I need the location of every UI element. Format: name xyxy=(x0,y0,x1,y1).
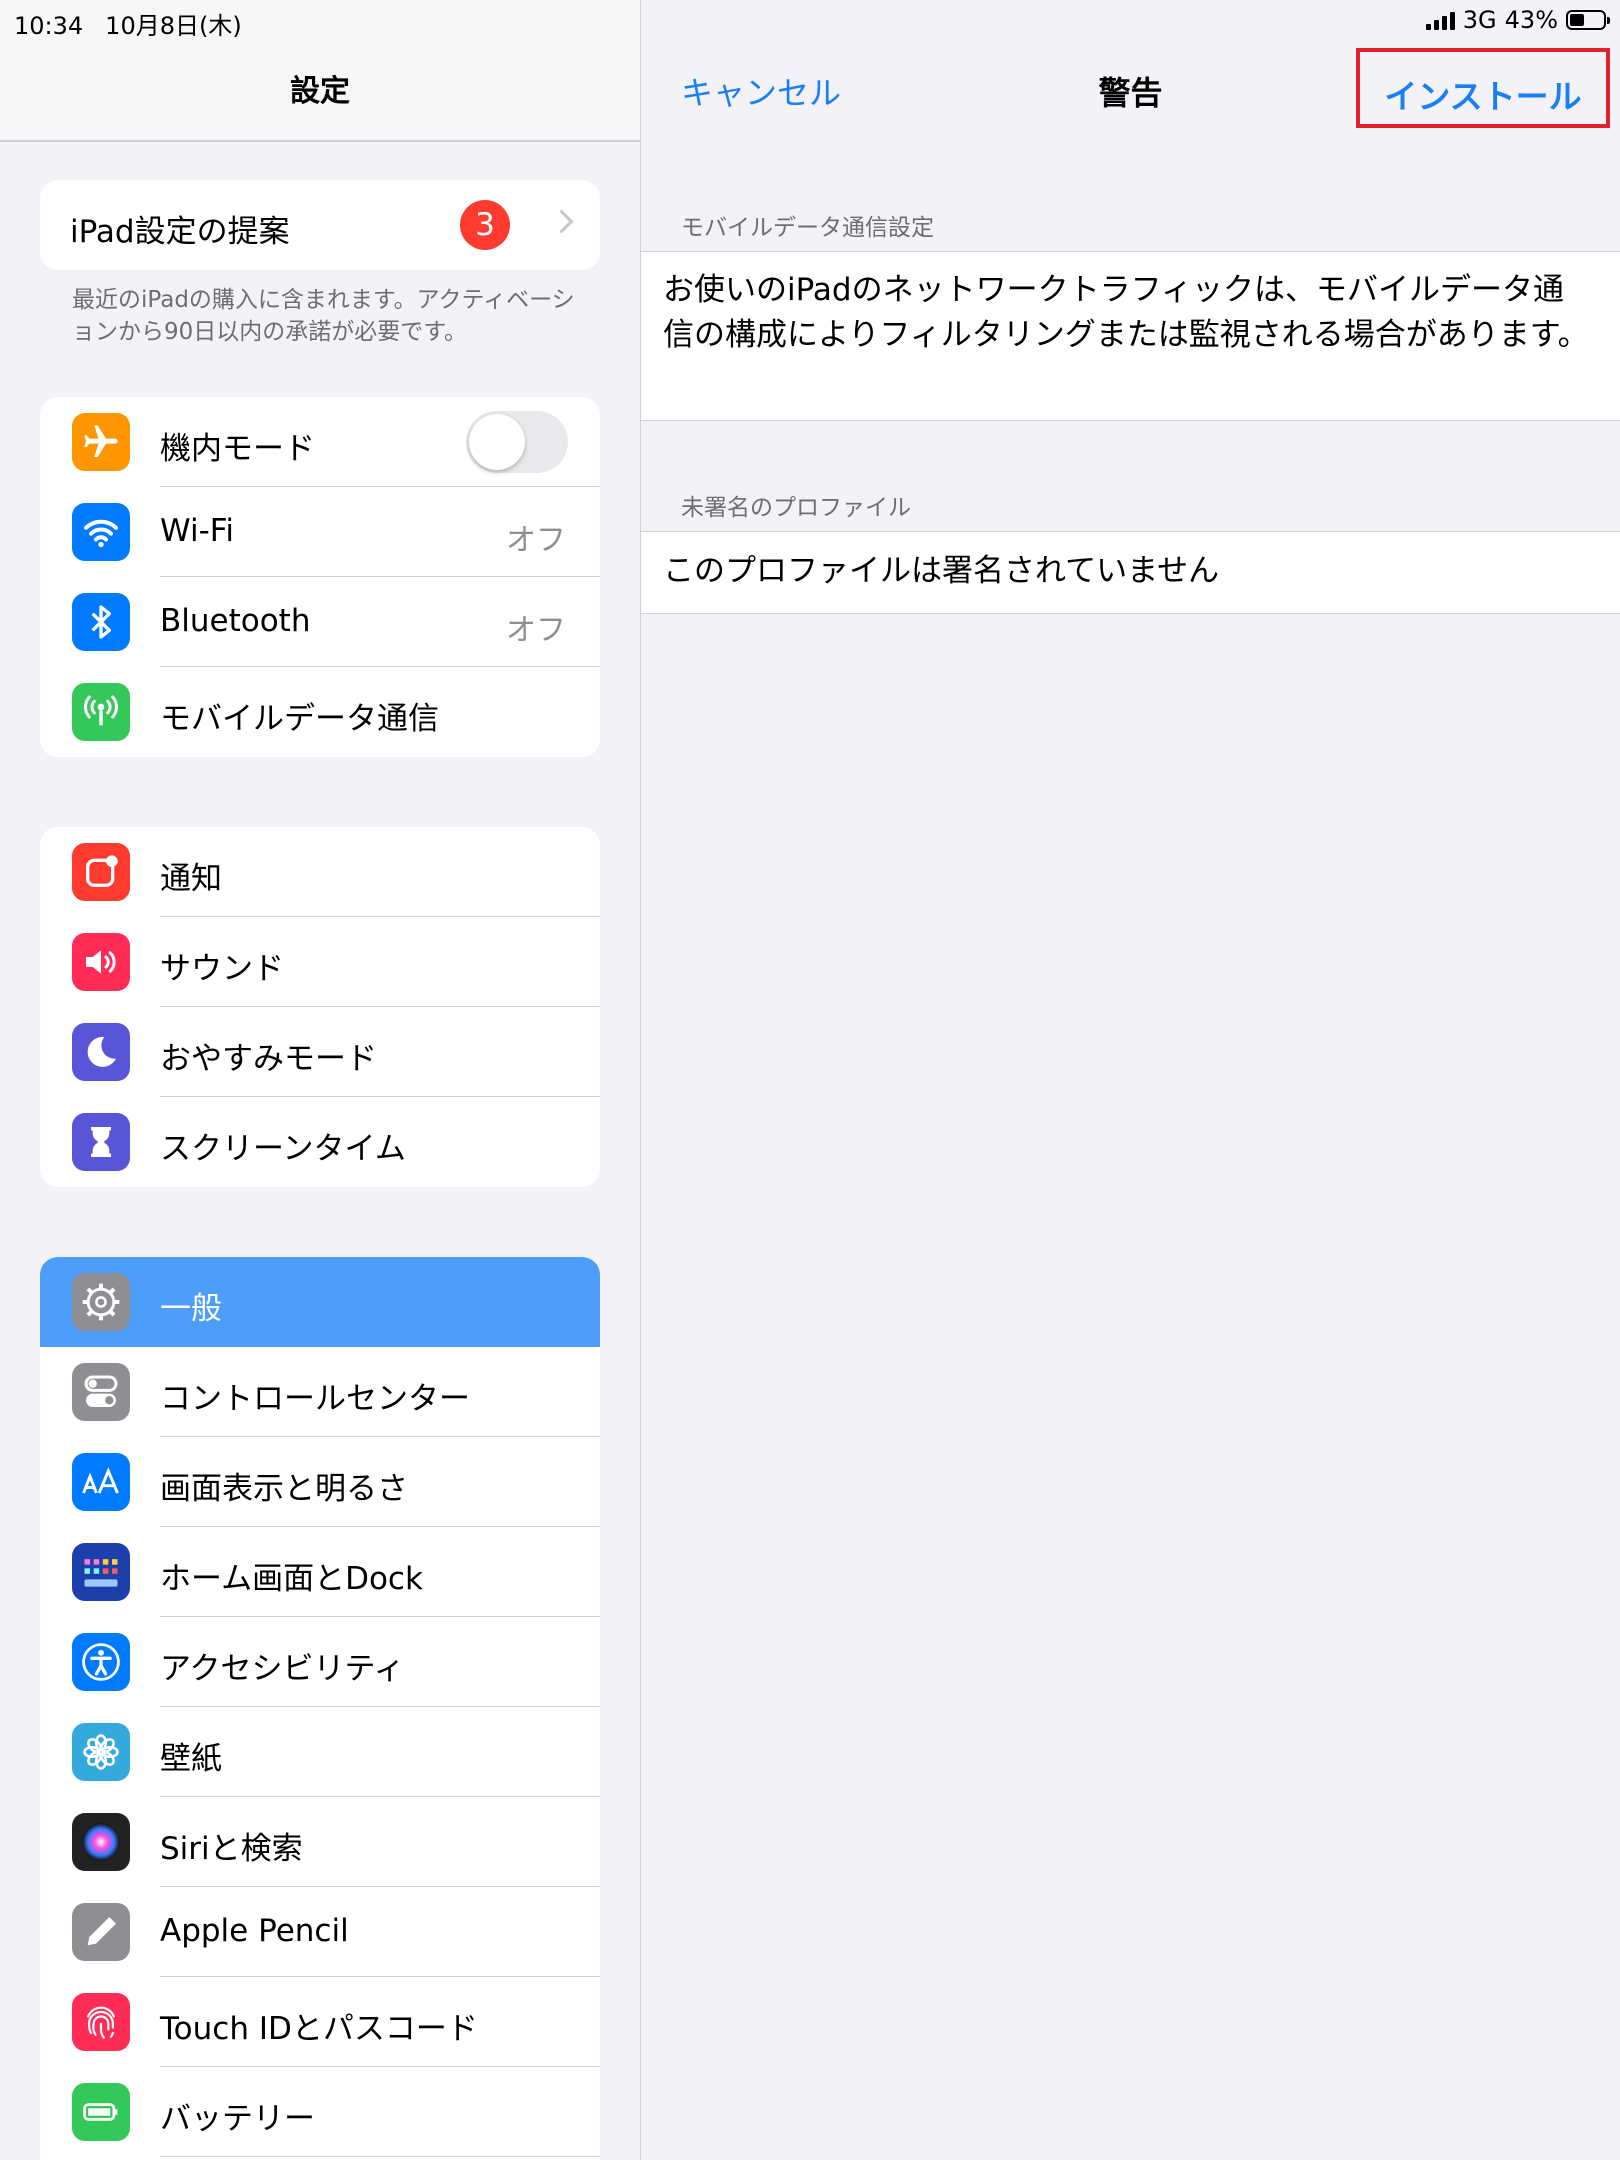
antenna-icon xyxy=(72,683,130,741)
settings-row-label: 画面表示と明るさ xyxy=(160,1471,408,1507)
bluetooth-icon xyxy=(72,593,130,651)
settings-pane: 設定 iPad設定の提案 3 最近のiPadの購入に含まれます。アクティベーショ… xyxy=(0,0,641,2160)
general-group: 一般 コントロールセンター 画面表示と明るさ ホーム画面とDock アクセシビリ… xyxy=(40,1257,600,2160)
fingerprint-icon xyxy=(72,1993,130,2051)
settings-row-home-screen[interactable]: ホーム画面とDock xyxy=(40,1527,600,1617)
settings-row-label: おやすみモード xyxy=(160,1041,377,1077)
bluetooth-status: オフ xyxy=(506,613,566,648)
ipad-suggestions-row[interactable]: iPad設定の提案 3 xyxy=(40,180,600,270)
settings-row-battery[interactable]: バッテリー xyxy=(40,2067,600,2157)
settings-row-wifi[interactable]: Wi-Fi オフ xyxy=(40,487,600,577)
settings-row-apple-pencil[interactable]: Apple Pencil xyxy=(40,1887,600,1977)
settings-row-label: バッテリー xyxy=(160,2101,315,2137)
connectivity-group: 機内モード Wi-Fi オフ Bluetooth オフ モバイルデータ通信 xyxy=(40,397,600,757)
notification-icon xyxy=(72,843,130,901)
mobile-data-warning-cell: お使いのiPadのネットワークトラフィックは、モバイルデータ通信の構成によりフィ… xyxy=(641,251,1620,421)
flower-icon xyxy=(72,1723,130,1781)
suggestion-badge: 3 xyxy=(460,200,510,250)
battery-percent: 43% xyxy=(1504,6,1558,34)
wifi-icon xyxy=(72,503,130,561)
settings-row-sounds[interactable]: サウンド xyxy=(40,917,600,1007)
settings-row-touch-id[interactable]: Touch IDとパスコード xyxy=(40,1977,600,2067)
hourglass-icon xyxy=(72,1113,130,1171)
mobile-data-warning-text: お使いのiPadのネットワークトラフィックは、モバイルデータ通信の構成によりフィ… xyxy=(663,272,1589,353)
settings-row-do-not-disturb[interactable]: おやすみモード xyxy=(40,1007,600,1097)
settings-row-airplane[interactable]: 機内モード xyxy=(40,397,600,487)
airplane-icon xyxy=(72,413,130,471)
section-header-mobile-data: モバイルデータ通信設定 xyxy=(681,215,934,241)
moon-icon xyxy=(72,1023,130,1081)
signal-icon xyxy=(1425,10,1455,30)
settings-row-label: 通知 xyxy=(160,861,222,897)
battery-fill xyxy=(1570,14,1584,26)
suggestion-note: 最近のiPadの購入に含まれます。アクティベーションから90日以内の承諾が必要で… xyxy=(72,287,575,345)
install-button[interactable]: インストール xyxy=(1360,70,1606,118)
toggle-knob xyxy=(469,414,525,470)
accessibility-icon xyxy=(72,1633,130,1691)
settings-row-label: アクセシビリティ xyxy=(160,1651,405,1687)
section-header-unsigned: 未署名のプロファイル xyxy=(681,495,911,521)
gear-icon xyxy=(72,1273,130,1331)
battery-icon xyxy=(72,2083,130,2141)
install-highlight-box: インストール xyxy=(1356,48,1610,128)
settings-row-label: Apple Pencil xyxy=(160,1913,349,1949)
settings-row-label: コントロールセンター xyxy=(160,1381,470,1417)
settings-title: 設定 xyxy=(290,74,350,109)
wifi-status: オフ xyxy=(506,523,566,558)
settings-row-label: Siriと検索 xyxy=(160,1831,303,1867)
settings-row-label: Wi-Fi xyxy=(160,513,234,549)
status-date: 10月8日(木) xyxy=(105,12,242,40)
settings-row-label: 機内モード xyxy=(160,431,315,467)
network-type: 3G xyxy=(1462,6,1497,34)
battery-status-icon xyxy=(1566,10,1610,30)
divider xyxy=(160,2156,600,2157)
siri-icon xyxy=(72,1813,130,1871)
settings-row-label: モバイルデータ通信 xyxy=(160,701,439,737)
pencil-icon xyxy=(72,1903,130,1961)
settings-row-label: Touch IDとパスコード xyxy=(160,2011,478,2047)
unsigned-profile-text: このプロファイルは署名されていません xyxy=(663,553,1220,589)
battery-tip xyxy=(1607,17,1610,24)
settings-row-screen-time[interactable]: スクリーンタイム xyxy=(40,1097,600,1187)
settings-row-bluetooth[interactable]: Bluetooth オフ xyxy=(40,577,600,667)
settings-row-notifications[interactable]: 通知 xyxy=(40,827,600,917)
settings-row-display[interactable]: 画面表示と明るさ xyxy=(40,1437,600,1527)
settings-row-label: Bluetooth xyxy=(160,603,311,639)
text-size-icon xyxy=(72,1453,130,1511)
home-grid-icon xyxy=(72,1543,130,1601)
settings-row-general[interactable]: 一般 xyxy=(40,1257,600,1347)
switches-icon xyxy=(72,1363,130,1421)
settings-row-accessibility[interactable]: アクセシビリティ xyxy=(40,1617,600,1707)
settings-row-control-center[interactable]: コントロールセンター xyxy=(40,1347,600,1437)
settings-row-wallpaper[interactable]: 壁紙 xyxy=(40,1707,600,1797)
status-clock: 10:34 xyxy=(14,12,84,40)
chevron-right-icon xyxy=(549,209,574,234)
settings-row-label: 一般 xyxy=(160,1291,222,1327)
settings-row-label: ホーム画面とDock xyxy=(160,1561,423,1597)
suggestion-label: iPad設定の提案 xyxy=(70,214,290,250)
settings-row-mobile-data[interactable]: モバイルデータ通信 xyxy=(40,667,600,757)
speaker-icon xyxy=(72,933,130,991)
airplane-toggle[interactable] xyxy=(466,411,568,473)
settings-row-siri[interactable]: Siriと検索 xyxy=(40,1797,600,1887)
profile-warning-pane: キャンセル 警告 インストール モバイルデータ通信設定 お使いのiPadのネット… xyxy=(641,0,1620,2160)
status-time: 10:34 10月8日(木) xyxy=(14,6,242,41)
status-bar: 10:34 10月8日(木) 3G 43% xyxy=(0,0,1620,40)
settings-row-label: サウンド xyxy=(160,951,284,987)
status-right: 3G 43% xyxy=(1425,6,1610,34)
unsigned-profile-cell: このプロファイルは署名されていません xyxy=(641,531,1620,614)
settings-row-label: 壁紙 xyxy=(160,1741,222,1777)
settings-row-label: スクリーンタイム xyxy=(160,1131,406,1167)
notifications-group: 通知 サウンド おやすみモード スクリーンタイム xyxy=(40,827,600,1187)
